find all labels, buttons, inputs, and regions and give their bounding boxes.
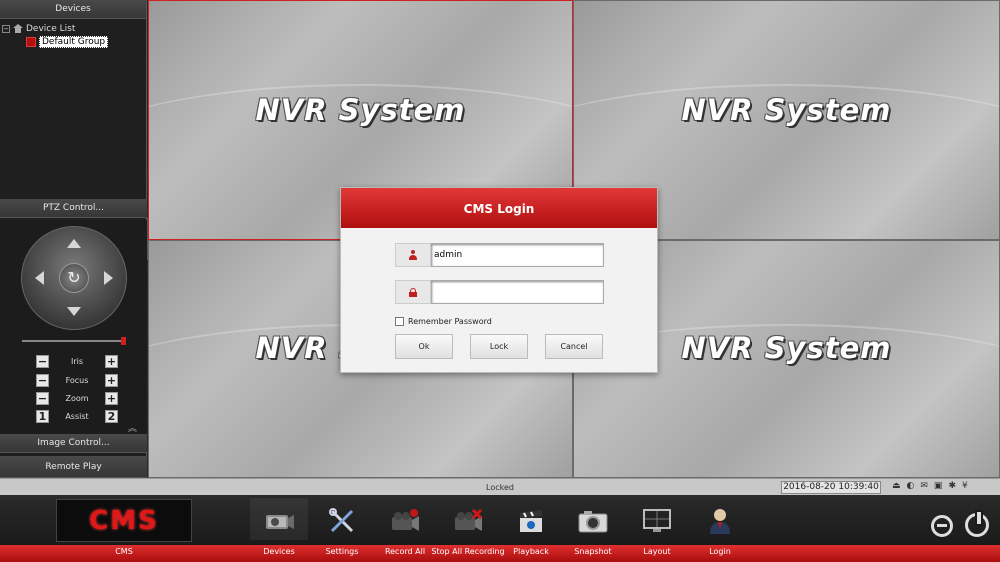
devices-header[interactable]: Devices xyxy=(0,0,146,19)
collapse-toggle-icon[interactable]: − xyxy=(2,24,10,33)
remember-label: Remember Password xyxy=(408,317,492,326)
user-icon xyxy=(408,250,418,260)
user-icon-box xyxy=(395,243,431,267)
focus-plus-button[interactable]: + xyxy=(104,373,118,387)
iris-label: Iris xyxy=(70,356,84,366)
focus-minus-button[interactable]: − xyxy=(36,373,49,387)
ptz-zoom-row: − Zoom + xyxy=(36,391,118,405)
login-dialog: CMS Login Remember Password Ok Lock Canc… xyxy=(340,187,658,373)
ptz-up-arrow-icon[interactable] xyxy=(67,239,81,248)
tree-group[interactable]: Default Group xyxy=(2,35,144,48)
zoom-plus-button[interactable]: + xyxy=(105,391,118,405)
network-icon[interactable]: ▣ xyxy=(934,481,943,491)
taskbar-layout-button[interactable] xyxy=(622,507,692,539)
left-panel: Devices − Device List Default Group PTZ … xyxy=(0,0,147,478)
camera-snapshot-icon xyxy=(578,511,608,533)
layout-label: Layout xyxy=(643,547,671,556)
system-tray: ⏏ ◐ ✉ ▣ ✱ ¥ xyxy=(892,481,968,491)
minimize-icon[interactable] xyxy=(931,515,953,537)
ptz-left-arrow-icon[interactable] xyxy=(35,271,44,285)
iris-plus-button[interactable]: + xyxy=(104,354,118,368)
cms-logo[interactable]: CMS xyxy=(56,499,192,542)
camera-devices-icon xyxy=(266,515,294,529)
ptz-auto-rotate-icon[interactable]: ↻ xyxy=(59,263,89,293)
device-tree: − Device List Default Group xyxy=(0,19,146,199)
ptz-focus-row: − Focus + xyxy=(36,373,118,387)
username-input[interactable] xyxy=(431,243,604,267)
status-bar: Locked 2016-08-20 10:39:40 ⏏ ◐ ✉ ▣ ✱ ¥ xyxy=(0,478,1000,495)
tree-root-label[interactable]: Device List xyxy=(26,24,75,34)
taskbar-label-bar: CMS Devices Settings Record All Stop All… xyxy=(0,545,1000,562)
devices-label: Devices xyxy=(263,547,295,556)
cms-app: Devices − Device List Default Group PTZ … xyxy=(0,0,1000,562)
double-chevron-down-icon[interactable]: ¥ xyxy=(962,481,968,491)
iris-minus-button[interactable]: − xyxy=(36,354,49,368)
video-record-icon xyxy=(392,509,419,531)
dialog-title: CMS Login xyxy=(341,188,657,228)
ptz-right-arrow-icon[interactable] xyxy=(104,271,113,285)
tree-root[interactable]: − Device List xyxy=(2,22,144,35)
remember-checkbox[interactable] xyxy=(395,317,404,326)
nvr-logo-text: NVR System xyxy=(681,93,892,127)
tools-settings-icon xyxy=(329,508,354,533)
ptz-down-arrow-icon[interactable] xyxy=(67,307,81,316)
taskbar-snapshot-button[interactable] xyxy=(558,507,628,539)
assist-label: Assist xyxy=(65,411,89,421)
focus-label: Focus xyxy=(65,375,89,385)
ptz-assist-row: 1 Assist 2 xyxy=(36,409,118,423)
zoom-label: Zoom xyxy=(65,393,89,403)
taskbar-playback-button[interactable] xyxy=(496,507,566,539)
lock-icon xyxy=(409,287,417,297)
zoom-minus-button[interactable]: − xyxy=(36,391,49,405)
lock-icon-box xyxy=(395,280,431,304)
ok-button[interactable]: Ok xyxy=(395,334,453,359)
snapshot-label: Snapshot xyxy=(574,547,612,556)
assist-2-button[interactable]: 2 xyxy=(105,409,118,423)
password-input[interactable] xyxy=(431,280,604,304)
remote-play-header[interactable]: Remote Play xyxy=(0,456,147,478)
playback-label: Playback xyxy=(513,547,549,556)
taskbar-record-all-button[interactable] xyxy=(370,507,440,539)
collapse-up-icon[interactable]: ︽ xyxy=(128,421,137,434)
cms-label: CMS xyxy=(115,547,133,556)
device-group-icon xyxy=(26,36,36,47)
video-stop-record-icon xyxy=(455,508,483,531)
user-login-icon xyxy=(710,509,730,534)
sound-muted-icon[interactable]: ◐ xyxy=(907,481,915,491)
monitor-layout-icon xyxy=(643,509,671,532)
username-field xyxy=(395,243,605,267)
taskbar-stop-all-recording-button[interactable] xyxy=(433,507,503,539)
ptz-speed-slider[interactable] xyxy=(22,337,126,345)
ptz-speed-handle[interactable] xyxy=(121,337,126,345)
pin-icon[interactable]: ✱ xyxy=(948,481,956,491)
datetime-display: 2016-08-20 10:39:40 xyxy=(781,481,881,494)
ptz-joystick[interactable]: ↻ xyxy=(21,226,127,330)
nvr-logo-text: NVR System xyxy=(255,93,466,127)
login-label: Login xyxy=(709,547,731,556)
assist-1-button[interactable]: 1 xyxy=(36,409,49,423)
taskbar-devices-button[interactable] xyxy=(244,507,314,539)
settings-label: Settings xyxy=(325,547,359,556)
cancel-button[interactable]: Cancel xyxy=(545,334,603,359)
ptz-iris-row: − Iris + xyxy=(36,354,118,368)
ptz-control-panel: ↻ − Iris + − Focus + − Zoom + 1 Assist 2… xyxy=(0,220,147,434)
remember-password[interactable]: Remember Password xyxy=(395,317,492,326)
eject-icon[interactable]: ⏏ xyxy=(892,481,901,491)
home-icon xyxy=(13,24,23,33)
taskbar-login-button[interactable] xyxy=(685,507,755,539)
clapperboard-playback-icon xyxy=(520,510,542,532)
tree-group-label[interactable]: Default Group xyxy=(39,35,109,48)
password-field xyxy=(395,280,605,304)
taskbar-settings-button[interactable] xyxy=(307,507,377,539)
power-icon[interactable] xyxy=(965,510,989,537)
lock-status-text: Locked xyxy=(486,483,514,492)
mail-icon[interactable]: ✉ xyxy=(920,481,928,491)
image-control-header[interactable]: Image Control... xyxy=(0,434,147,453)
lock-button[interactable]: Lock xyxy=(470,334,528,359)
ptz-control-header[interactable]: PTZ Control... xyxy=(0,199,147,218)
